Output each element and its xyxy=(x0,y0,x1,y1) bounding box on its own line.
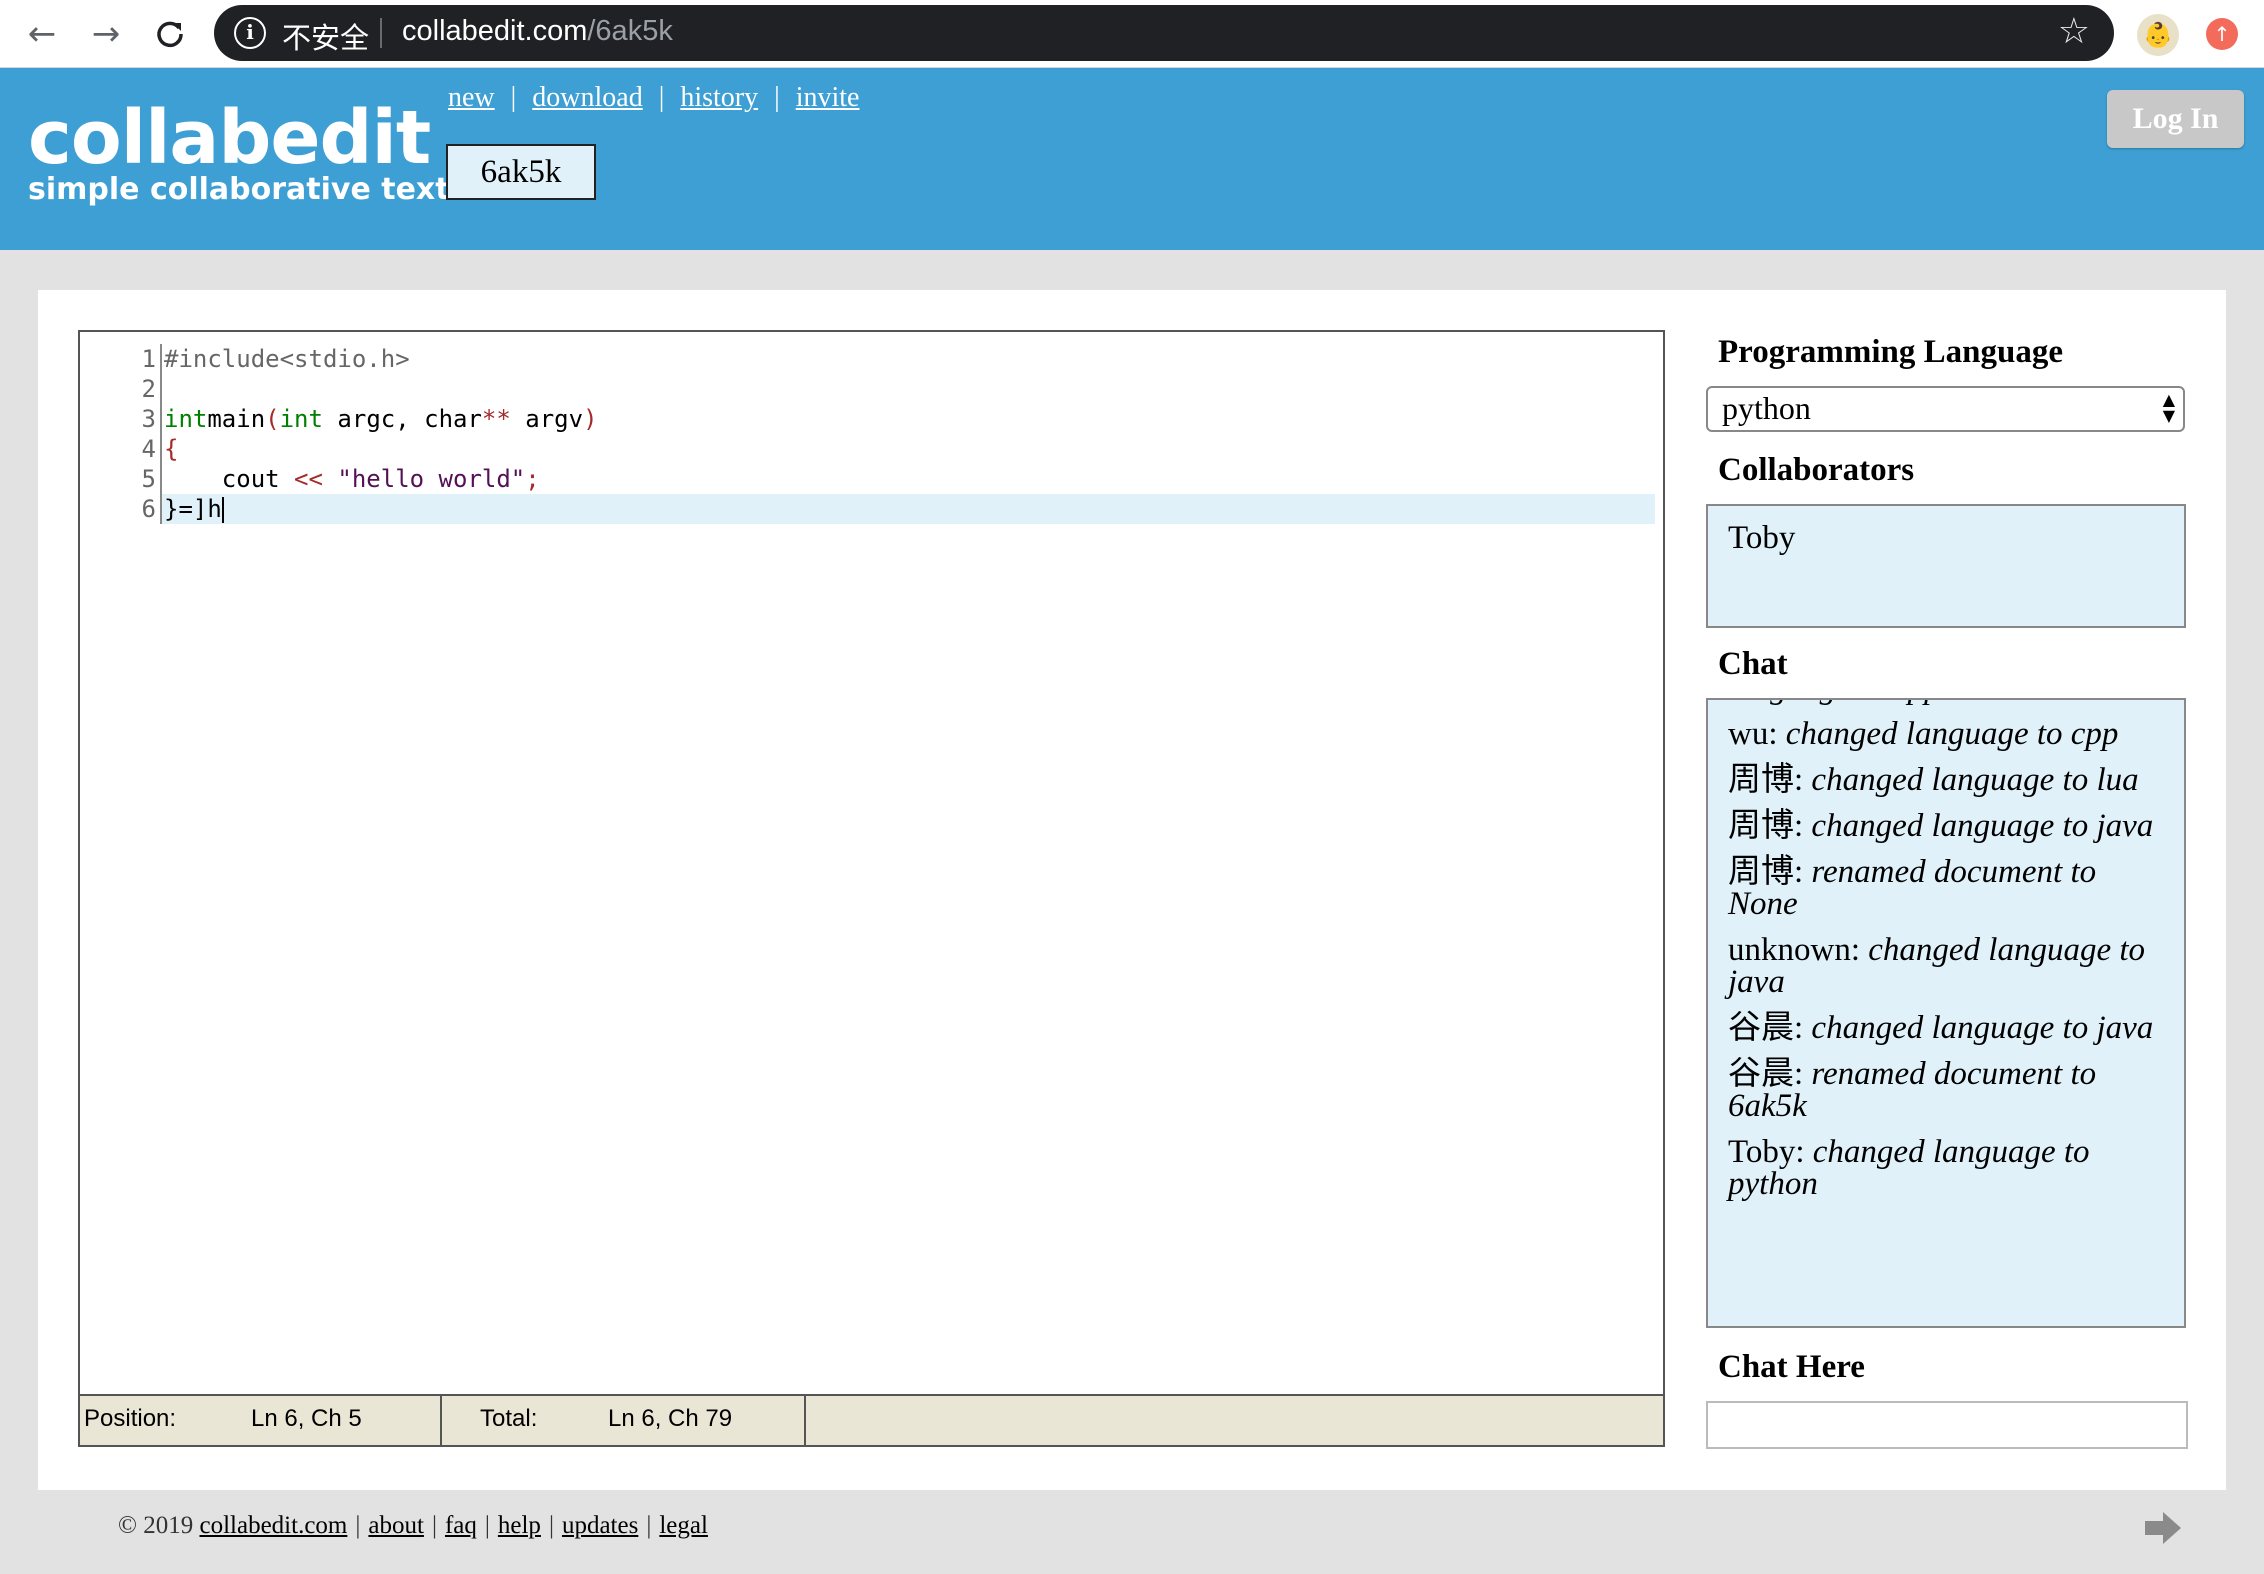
document-name[interactable]: 6ak5k xyxy=(446,144,596,200)
bookmark-star-icon[interactable]: ☆ xyxy=(2058,11,2090,52)
address-bar[interactable]: i 不安全 collabedit.com/6ak5k ☆ xyxy=(214,5,2114,61)
line-number: 4 xyxy=(141,435,156,463)
status-total: Total: Ln 6, Ch 79 xyxy=(442,1396,806,1445)
chat-message: 谷晨: renamed document to 6ak5k xyxy=(1728,1056,2172,1123)
chat-user: 周博: xyxy=(1728,762,1812,798)
site-header: collabedit simple collaborative text new… xyxy=(0,68,2264,250)
chat-message: language to cpp xyxy=(1728,700,2172,706)
line-number: 3 xyxy=(141,405,156,433)
code-line[interactable]: { xyxy=(162,434,1655,464)
chat-user: 周博: xyxy=(1728,854,1812,890)
chat-user: Toby: xyxy=(1728,1134,1813,1170)
position-value: Ln 6, Ch 5 xyxy=(251,1405,362,1432)
chat-user: 谷晨: xyxy=(1728,1056,1812,1092)
info-icon[interactable]: i xyxy=(234,17,266,49)
code-area[interactable]: 1 2 3 4 5 6 #include<stdio.h> intmain(int… xyxy=(80,332,1663,1394)
chat-user: unknown: xyxy=(1728,932,1869,968)
footer-updates-link[interactable]: updates xyxy=(562,1512,638,1539)
line-number-gutter: 1 2 3 4 5 6 xyxy=(80,344,156,524)
status-bar: Position: Ln 6, Ch 5 Total: Ln 6, Ch 79 xyxy=(80,1394,1663,1445)
chat-message: unknown: changed language to java xyxy=(1728,932,2172,999)
chat-message: 谷晨: changed language to java xyxy=(1728,1010,2172,1046)
top-nav: new | download | history | invite xyxy=(448,82,860,113)
total-label: Total: xyxy=(480,1405,538,1432)
line-number: 6 xyxy=(141,495,156,523)
arrow-right-icon[interactable] xyxy=(2143,1508,2183,1548)
chat-message: Toby: changed language to python xyxy=(1728,1134,2172,1201)
nav-new-link[interactable]: new xyxy=(448,82,495,113)
chat-user: 周博: xyxy=(1728,808,1812,844)
status-position: Position: Ln 6, Ch 5 xyxy=(80,1396,442,1445)
code-line[interactable]: }=]h xyxy=(162,494,1655,524)
chat-text: language to cpp xyxy=(1728,700,1941,706)
footer-about-link[interactable]: about xyxy=(368,1512,424,1539)
chat-input[interactable] xyxy=(1706,1401,2188,1449)
footer: © 2019 collabedit.com | about | faq | help | upd… xyxy=(118,1512,708,1539)
logo[interactable]: collabedit simple collaborative text xyxy=(28,96,450,206)
chat-log[interactable]: language to cpp wu: changed language to c… xyxy=(1706,698,2186,1328)
line-number: 5 xyxy=(141,465,156,493)
code-line[interactable]: cout << "hello world"; xyxy=(162,464,1655,494)
collaborators-list: Toby xyxy=(1706,504,2186,628)
chat-message: 周博: renamed document to None xyxy=(1728,854,2172,921)
security-label: 不安全 xyxy=(282,23,370,55)
select-arrows-icon: ▲ ▼ xyxy=(2162,390,2175,425)
chat-text: changed language to lua xyxy=(1811,762,2139,798)
code-line[interactable]: intmain(int argc, char** argv) xyxy=(162,404,1655,434)
forward-icon[interactable]: → xyxy=(82,10,130,58)
nav-history-link[interactable]: history xyxy=(680,82,758,113)
reload-icon[interactable] xyxy=(146,10,194,58)
back-icon[interactable]: ← xyxy=(18,10,66,58)
footer-faq-link[interactable]: faq xyxy=(445,1512,477,1539)
language-select[interactable]: python ▲ ▼ xyxy=(1706,386,2185,432)
chat-user: 谷晨: xyxy=(1728,1010,1812,1046)
address-separator xyxy=(380,18,382,48)
copyright-text: © 2019 xyxy=(118,1512,200,1539)
line-number: 1 xyxy=(141,345,156,373)
code-line[interactable]: #include<stdio.h> xyxy=(162,344,1655,374)
footer-home-link[interactable]: collabedit.com xyxy=(200,1512,348,1539)
position-label: Position: xyxy=(84,1405,177,1432)
logo-tagline: simple collaborative text xyxy=(28,172,450,207)
chat-message: 周博: changed language to java xyxy=(1728,808,2172,844)
chat-text: changed language to cpp xyxy=(1785,716,2119,752)
code-lines[interactable]: #include<stdio.h> intmain(int argc, char*… xyxy=(160,344,1655,524)
chat-message: wu: changed language to cpp xyxy=(1728,716,2172,752)
url-text[interactable]: collabedit.com/6ak5k xyxy=(402,15,673,48)
profile-avatar[interactable]: 👶 xyxy=(2137,14,2179,56)
login-button[interactable]: Log In xyxy=(2107,90,2244,148)
collaborator-name: Toby xyxy=(1728,520,1796,556)
collaborators-title: Collaborators xyxy=(1718,452,1915,488)
language-title: Programming Language xyxy=(1718,334,2063,370)
footer-legal-link[interactable]: legal xyxy=(659,1512,708,1539)
chat-text: changed language to java xyxy=(1811,1010,2154,1046)
chat-title: Chat xyxy=(1718,646,1788,682)
code-line[interactable] xyxy=(162,374,1655,404)
chat-here-title: Chat Here xyxy=(1718,1349,1865,1385)
chat-user: wu: xyxy=(1728,716,1786,752)
logo-title: collabedit xyxy=(28,95,431,181)
update-icon[interactable]: ↑ xyxy=(2206,18,2238,50)
nav-invite-link[interactable]: invite xyxy=(796,82,860,113)
main-panel: 1 2 3 4 5 6 #include<stdio.h> intmain(int… xyxy=(38,290,2226,1490)
code-editor[interactable]: 1 2 3 4 5 6 #include<stdio.h> intmain(int… xyxy=(78,330,1665,1447)
footer-help-link[interactable]: help xyxy=(498,1512,541,1539)
nav-download-link[interactable]: download xyxy=(532,82,642,113)
browser-toolbar: ← → i 不安全 collabedit.com/6ak5k ☆ 👶 ↑ xyxy=(0,0,2264,68)
line-number: 2 xyxy=(141,375,156,403)
text-cursor xyxy=(221,497,224,523)
language-value: python xyxy=(1722,390,1811,426)
total-value: Ln 6, Ch 79 xyxy=(608,1405,733,1432)
chat-message: 周博: changed language to lua xyxy=(1728,762,2172,798)
chat-text: changed language to java xyxy=(1811,808,2154,844)
